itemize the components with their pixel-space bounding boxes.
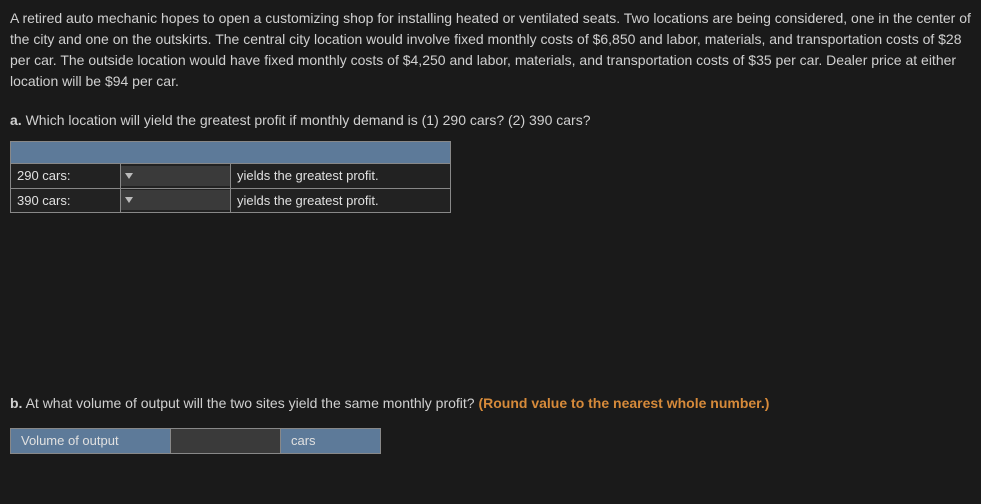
table-row: 290 cars: yields the greatest profit. bbox=[11, 164, 451, 189]
row-label: 390 cars: bbox=[11, 188, 121, 213]
part-a-label: a. bbox=[10, 112, 22, 128]
location-dropdown-390[interactable] bbox=[121, 190, 230, 210]
table-row: Volume of output cars bbox=[11, 429, 381, 454]
table-row: 390 cars: yields the greatest profit. bbox=[11, 188, 451, 213]
part-b-table: Volume of output cars bbox=[10, 428, 381, 454]
row-label: 290 cars: bbox=[11, 164, 121, 189]
part-b-text: At what volume of output will the two si… bbox=[26, 395, 475, 411]
part-a-table-header bbox=[11, 142, 451, 164]
part-a-question: a. Which location will yield the greates… bbox=[10, 110, 971, 131]
row-tail: yields the greatest profit. bbox=[231, 188, 451, 213]
part-a-text: Which location will yield the greatest p… bbox=[26, 112, 591, 128]
part-a-table: 290 cars: yields the greatest profit. 39… bbox=[10, 141, 451, 213]
row-tail: yields the greatest profit. bbox=[231, 164, 451, 189]
location-dropdown-290[interactable] bbox=[121, 166, 230, 186]
volume-unit: cars bbox=[281, 429, 381, 454]
part-b-label: b. bbox=[10, 395, 22, 411]
problem-statement: A retired auto mechanic hopes to open a … bbox=[10, 8, 971, 92]
round-note: (Round value to the nearest whole number… bbox=[478, 395, 769, 411]
part-b-question: b. At what volume of output will the two… bbox=[10, 393, 971, 414]
volume-input[interactable] bbox=[171, 429, 281, 454]
volume-header: Volume of output bbox=[11, 429, 171, 454]
